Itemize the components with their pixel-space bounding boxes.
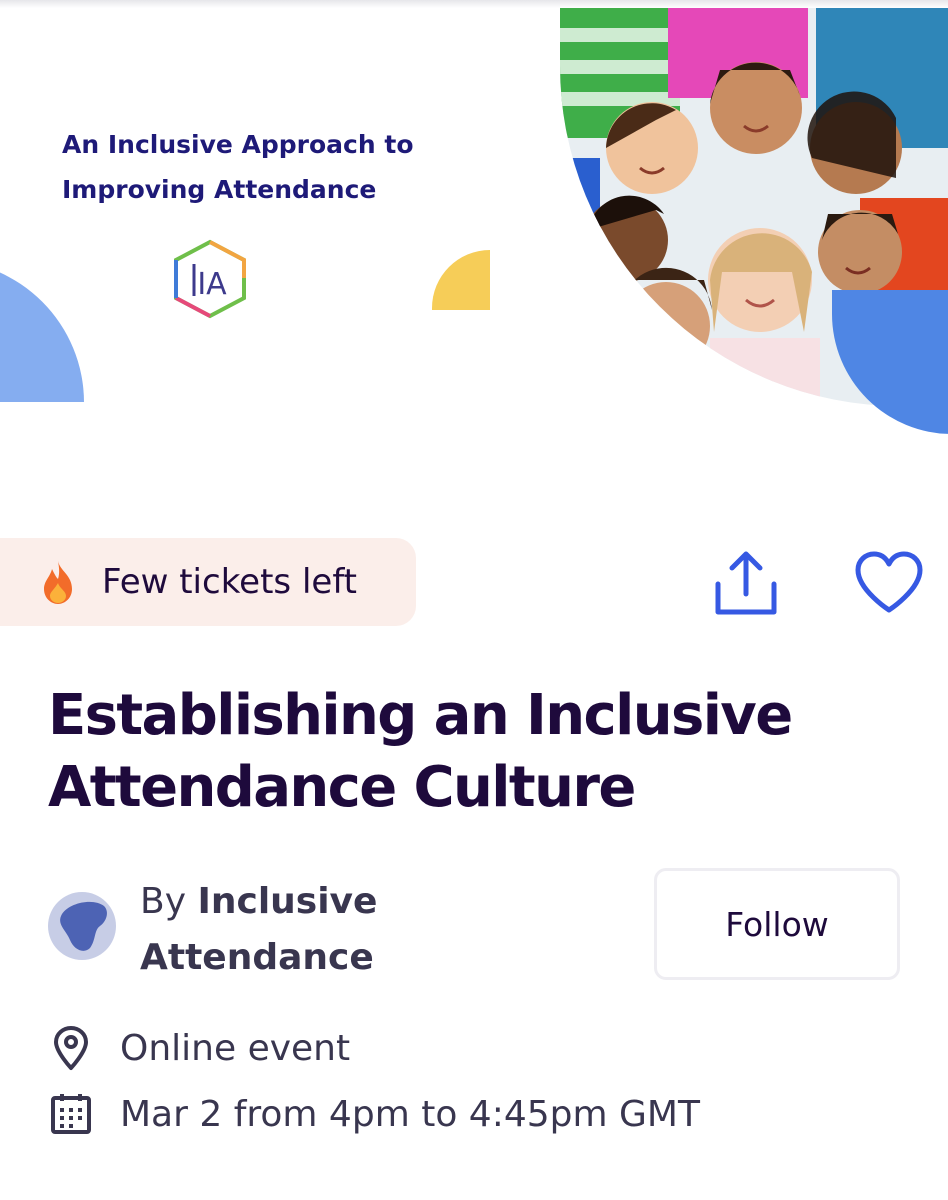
event-location-row: Online event (48, 1018, 908, 1078)
organizer-prefix: By (140, 881, 198, 922)
banner-title-line-2: Improving Attendance (62, 175, 377, 204)
decorative-quarter-circle-yellow (432, 250, 490, 310)
like-button[interactable] (850, 548, 928, 618)
few-tickets-badge: Few tickets left (0, 538, 416, 626)
top-divider (0, 0, 948, 8)
logo-letters: IA (197, 267, 227, 302)
event-location: Online event (120, 1027, 351, 1069)
event-title: Establishing an Inclusive Attendance Cul… (48, 683, 793, 820)
banner-title-line-1: An Inclusive Approach to (62, 130, 414, 159)
location-pin-icon (48, 1025, 94, 1071)
inclusive-attendance-logo: IA (174, 239, 246, 319)
share-button[interactable] (706, 548, 786, 620)
share-icon (715, 551, 777, 615)
organizer-avatar[interactable] (48, 892, 116, 960)
banner-title: An Inclusive Approach to Improving Atten… (62, 122, 482, 212)
follow-button[interactable]: Follow (654, 868, 900, 980)
heart-icon (855, 551, 923, 613)
organizer-line: By Inclusive Attendance (140, 874, 580, 986)
badge-label: Few tickets left (102, 562, 358, 602)
event-banner: An Inclusive Approach to Improving Atten… (0, 0, 948, 440)
event-date: Mar 2 from 4pm to 4:45pm GMT (120, 1093, 700, 1135)
calendar-icon (48, 1091, 94, 1137)
fire-icon (44, 561, 72, 604)
event-date-row: Mar 2 from 4pm to 4:45pm GMT (48, 1084, 908, 1144)
